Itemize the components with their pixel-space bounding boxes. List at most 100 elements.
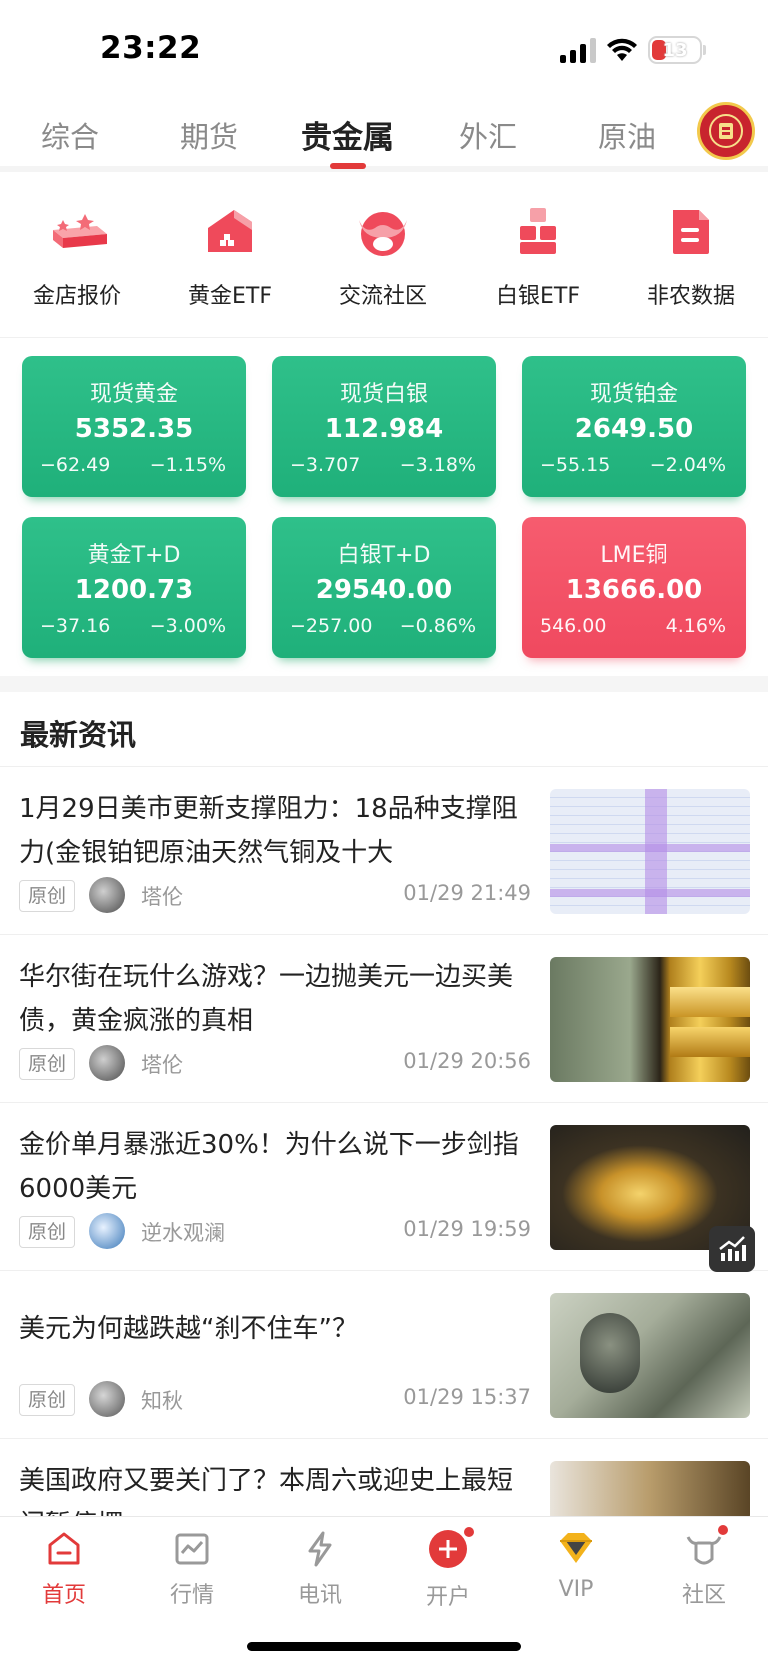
tab-general[interactable]: 综合 — [41, 114, 99, 156]
news-meta: 原创 知秋 01/29 15:37 — [19, 1381, 531, 1419]
author-avatar[interactable] — [89, 1381, 125, 1417]
bull-icon — [684, 1525, 728, 1569]
nav-label: 社区 — [681, 1583, 726, 1608]
nav-home[interactable]: 首页 — [14, 1529, 114, 1609]
quote-change: −55.15 — [540, 454, 611, 476]
top-tabs: 综合 期货 贵金属 外汇 原油 — [0, 100, 768, 172]
news-item[interactable]: 1月29日美市更新支撑阻力：18品种支撑阻力(金银铂钯原油天然气铜及十大 原创 … — [0, 767, 768, 935]
quote-percent: −0.86% — [399, 615, 476, 637]
quote-change: −37.16 — [40, 615, 111, 637]
news-item[interactable]: 美元为何越跌越“刹不住车”？ 原创 知秋 01/29 15:37 — [0, 1271, 768, 1439]
tab-precious-metals[interactable]: 贵金属 — [301, 112, 394, 157]
nav-community[interactable]: 社区 — [654, 1525, 754, 1609]
nav-label: 电讯 — [297, 1583, 342, 1608]
news-meta: 原创 塔伦 01/29 21:49 — [19, 877, 531, 915]
publish-time: 01/29 21:49 — [403, 881, 531, 905]
quote-name: 黄金T+D — [87, 543, 181, 568]
original-tag: 原创 — [19, 880, 76, 912]
cellular-signal-icon — [560, 37, 596, 63]
author-avatar[interactable] — [89, 1213, 125, 1249]
section-divider — [0, 676, 768, 692]
news-item[interactable]: 金价单月暴涨近30%！为什么说下一步剑指6000美元 原创 逆水观澜 01/29… — [0, 1103, 768, 1271]
home-icon — [44, 1529, 84, 1569]
quote-change: 546.00 — [540, 615, 607, 637]
quote-card-silver-td[interactable]: 白银T+D 29540.00 −257.00 −0.86% — [272, 517, 496, 658]
add-icon — [428, 1527, 474, 1569]
quote-percent: −3.18% — [399, 454, 476, 476]
author-name[interactable]: 逆水观澜 — [141, 1217, 225, 1247]
publish-time: 01/29 15:37 — [403, 1385, 531, 1409]
quote-name: LME铜 — [600, 543, 668, 568]
tab-forex[interactable]: 外汇 — [459, 114, 517, 156]
floating-market-button[interactable] — [709, 1226, 755, 1272]
nav-open-account[interactable]: 开户 — [398, 1527, 498, 1611]
news-section-title: 最新资讯 — [20, 718, 137, 752]
author-name[interactable]: 知秋 — [141, 1385, 183, 1415]
author-avatar[interactable] — [89, 877, 125, 913]
notification-dot — [718, 1525, 728, 1535]
quick-label: 交流社区 — [338, 284, 427, 309]
quick-community[interactable]: 交流社区 — [313, 200, 453, 310]
quote-price: 29540.00 — [315, 575, 453, 605]
quote-price: 1200.73 — [74, 575, 194, 605]
quote-percent: −2.04% — [649, 454, 726, 476]
quote-percent: −1.15% — [149, 454, 226, 476]
document-icon — [659, 200, 723, 264]
news-meta: 原创 塔伦 01/29 20:56 — [19, 1045, 531, 1083]
silver-etf-icon — [506, 200, 570, 264]
quote-name: 现货黄金 — [89, 382, 178, 407]
tab-futures[interactable]: 期货 — [180, 114, 238, 156]
news-headline: 华尔街在玩什么游戏？一边抛美元一边买美债，黄金疯涨的真相 — [19, 962, 514, 1036]
news-thumbnail — [550, 1461, 750, 1521]
quick-gold-shop-price[interactable]: 金店报价 — [7, 200, 147, 310]
author-avatar[interactable] — [89, 1045, 125, 1081]
quote-name: 现货铂金 — [589, 382, 678, 407]
author-name[interactable]: 塔伦 — [141, 881, 183, 911]
quote-card-lme-copper[interactable]: LME铜 13666.00 546.00 4.16% — [522, 517, 746, 658]
quick-nonfarm-data[interactable]: 非农数据 — [621, 200, 761, 310]
quote-price: 112.984 — [324, 414, 444, 444]
gold-etf-icon — [198, 200, 262, 264]
nav-label: 开户 — [425, 1585, 470, 1610]
news-thumbnail — [550, 1293, 750, 1418]
quick-silver-etf[interactable]: 白银ETF — [468, 200, 608, 310]
status-bar: 23:22 13 — [0, 0, 768, 100]
quote-card-spot-gold[interactable]: 现货黄金 5352.35 −62.49 −1.15% — [22, 356, 246, 497]
wifi-icon — [607, 38, 637, 61]
nav-vip[interactable]: VIP — [526, 1529, 626, 1602]
quote-card-gold-td[interactable]: 黄金T+D 1200.73 −37.16 −3.00% — [22, 517, 246, 658]
chart-icon — [172, 1529, 212, 1569]
quote-change: −62.49 — [40, 454, 111, 476]
status-icons: 13 — [560, 36, 706, 64]
status-time: 23:22 — [100, 30, 202, 66]
news-thumbnail — [550, 957, 750, 1082]
quote-card-spot-platinum[interactable]: 现货铂金 2649.50 −55.15 −2.04% — [522, 356, 746, 497]
battery-level: 13 — [662, 39, 688, 61]
promo-logo-icon[interactable] — [697, 102, 755, 160]
vip-diamond-icon — [556, 1529, 596, 1569]
news-thumbnail — [550, 789, 750, 914]
home-indicator — [247, 1642, 521, 1651]
quote-card-spot-silver[interactable]: 现货白银 112.984 −3.707 −3.18% — [272, 356, 496, 497]
quick-gold-etf[interactable]: 黄金ETF — [160, 200, 300, 310]
news-item[interactable]: 华尔街在玩什么游戏？一边抛美元一边买美债，黄金疯涨的真相 原创 塔伦 01/29… — [0, 935, 768, 1103]
nav-market[interactable]: 行情 — [142, 1529, 242, 1609]
quote-change: −257.00 — [290, 615, 373, 637]
quote-name: 白银T+D — [337, 543, 431, 568]
news-meta: 原创 逆水观澜 01/29 19:59 — [19, 1213, 531, 1251]
tab-crude-oil[interactable]: 原油 — [598, 114, 656, 156]
notification-dot — [464, 1527, 474, 1537]
quote-price: 2649.50 — [574, 414, 694, 444]
news-headline: 金价单月暴涨近30%！为什么说下一步剑指6000美元 — [19, 1130, 519, 1204]
news-headline: 1月29日美市更新支撑阻力：18品种支撑阻力(金银铂钯原油天然气铜及十大 — [19, 794, 518, 868]
quote-percent: −3.00% — [149, 615, 226, 637]
nav-label: 首页 — [41, 1583, 86, 1608]
quick-label: 白银ETF — [496, 284, 580, 309]
quick-label: 金店报价 — [32, 284, 121, 309]
author-name[interactable]: 塔伦 — [141, 1049, 183, 1079]
quote-change: −3.707 — [290, 454, 361, 476]
publish-time: 01/29 20:56 — [403, 1049, 531, 1073]
quote-name: 现货白银 — [339, 382, 428, 407]
nav-telegraph[interactable]: 电讯 — [270, 1529, 370, 1609]
quick-label: 非农数据 — [646, 284, 735, 309]
